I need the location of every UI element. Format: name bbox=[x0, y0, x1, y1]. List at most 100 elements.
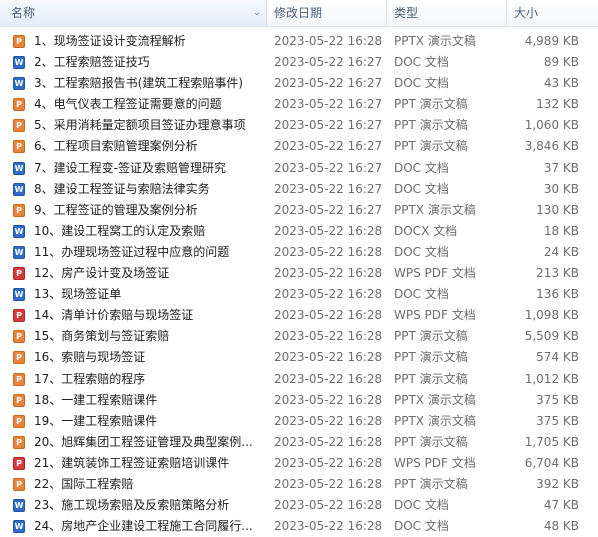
file-type: DOC 文档 bbox=[394, 498, 449, 513]
file-type: PPT 演示文稿 bbox=[394, 371, 468, 386]
file-row[interactable]: P 1、现场签证设计变流程解析 2023-05-22 16:28 PPTX 演示文稿 4… bbox=[0, 31, 598, 52]
column-header-date[interactable]: 修改日期 bbox=[268, 0, 387, 26]
file-name: 18、一建工程索赔课件 bbox=[34, 392, 158, 407]
file-size: 37 KB bbox=[543, 160, 579, 175]
file-type: PPTX 演示文稿 bbox=[394, 392, 476, 407]
file-date: 2023-05-22 16:27 bbox=[274, 160, 383, 175]
file-name: 19、一建工程索赔课件 bbox=[34, 413, 158, 428]
file-size: 30 KB bbox=[543, 181, 579, 196]
doc-file-icon: W bbox=[13, 182, 25, 196]
file-size: 48 KB bbox=[543, 519, 579, 534]
chevron-down-icon[interactable]: ⌄ bbox=[252, 0, 262, 26]
file-row[interactable]: P 21、建筑装饰工程签证索赔培训课件 2023-05-22 16:28 WPS PD… bbox=[0, 453, 598, 474]
file-name: 4、电气仪表工程签证需要意的问题 bbox=[34, 97, 222, 112]
file-row[interactable]: W 7、建设工程变-签证及索赔管理研究 2023-05-22 16:27 DOC 文档… bbox=[0, 158, 598, 179]
ppt-file-icon: P bbox=[13, 393, 25, 407]
file-row[interactable]: P 6、工程项目索赔管理案例分析 2023-05-22 16:27 PPT 演示文稿 3… bbox=[0, 136, 598, 157]
file-row[interactable]: P 17、工程索赔的程序 2023-05-22 16:28 PPT 演示文稿 1,012… bbox=[0, 369, 598, 390]
file-row[interactable]: P 12、房产设计变及场签证 2023-05-22 16:28 WPS PDF 文档 2… bbox=[0, 263, 598, 284]
column-header-size[interactable]: 大小 bbox=[508, 0, 598, 26]
file-date: 2023-05-22 16:28 bbox=[274, 476, 383, 491]
doc-file-icon: W bbox=[13, 245, 25, 259]
file-size: 375 KB bbox=[536, 413, 579, 428]
column-header-size-label: 大小 bbox=[514, 6, 539, 20]
file-date: 2023-05-22 16:28 bbox=[274, 434, 383, 449]
file-name: 13、现场签证单 bbox=[34, 287, 122, 302]
file-name: 9、工程签证的管理及案例分析 bbox=[34, 202, 198, 217]
file-row[interactable]: W 23、施工现场索赔及反索赔策略分析 2023-05-22 16:28 DOC 文档… bbox=[0, 495, 598, 516]
file-size: 132 KB bbox=[536, 97, 579, 112]
file-date: 2023-05-22 16:28 bbox=[274, 519, 383, 534]
file-row[interactable]: W 24、房地产企业建设工程施工合同履行... 2023-05-22 16:28 DO… bbox=[0, 516, 598, 537]
file-date: 2023-05-22 16:28 bbox=[274, 308, 383, 323]
file-type: DOC 文档 bbox=[394, 181, 449, 196]
file-size: 24 KB bbox=[543, 244, 579, 259]
file-row[interactable]: W 3、工程索赔报告书(建筑工程索赔事件) 2023-05-22 16:27 DOC … bbox=[0, 73, 598, 94]
file-size: 392 KB bbox=[536, 476, 579, 491]
file-row[interactable]: P 18、一建工程索赔课件 2023-05-22 16:28 PPTX 演示文稿 375… bbox=[0, 390, 598, 411]
file-type: DOC 文档 bbox=[394, 519, 449, 534]
file-date: 2023-05-22 16:27 bbox=[274, 139, 383, 154]
file-date: 2023-05-22 16:28 bbox=[274, 287, 383, 302]
file-name: 6、工程项目索赔管理案例分析 bbox=[34, 139, 198, 154]
file-date: 2023-05-22 16:28 bbox=[274, 244, 383, 259]
file-row[interactable]: P 19、一建工程索赔课件 2023-05-22 16:28 PPTX 演示文稿 375… bbox=[0, 411, 598, 432]
file-date: 2023-05-22 16:28 bbox=[274, 329, 383, 344]
file-type: WPS PDF 文档 bbox=[394, 308, 476, 323]
file-row[interactable]: P 9、工程签证的管理及案例分析 2023-05-22 16:27 PPTX 演示文稿… bbox=[0, 200, 598, 221]
doc-file-icon: W bbox=[13, 499, 25, 513]
ppt-file-icon: P bbox=[13, 330, 25, 344]
file-type: DOC 文档 bbox=[394, 287, 449, 302]
file-date: 2023-05-22 16:28 bbox=[274, 371, 383, 386]
file-size: 6,704 KB bbox=[524, 455, 579, 470]
file-type: DOCX 文档 bbox=[394, 223, 458, 238]
column-header-type[interactable]: 类型 bbox=[388, 0, 507, 26]
file-row[interactable]: W 2、工程索赔签证技巧 2023-05-22 16:27 DOC 文档 89 KB bbox=[0, 52, 598, 73]
file-row[interactable]: P 16、索赔与现场签证 2023-05-22 16:28 PPT 演示文稿 574 K… bbox=[0, 347, 598, 368]
file-name: 21、建筑装饰工程签证索赔培训课件 bbox=[34, 455, 230, 470]
file-date: 2023-05-22 16:27 bbox=[274, 118, 383, 133]
file-name: 20、旭辉集团工程签证管理及典型案例... bbox=[34, 434, 253, 449]
ppt-file-icon: P bbox=[13, 140, 25, 154]
doc-file-icon: W bbox=[13, 77, 25, 91]
file-date: 2023-05-22 16:28 bbox=[274, 498, 383, 513]
file-row[interactable]: P 15、商务策划与签证索赔 2023-05-22 16:28 PPT 演示文稿 5,5… bbox=[0, 326, 598, 347]
file-size: 47 KB bbox=[543, 498, 579, 513]
file-date: 2023-05-22 16:28 bbox=[274, 34, 383, 48]
file-row[interactable]: P 5、采用消耗量定额项目签证办理意事项 2023-05-22 16:27 PPT 演… bbox=[0, 115, 598, 136]
column-header-name[interactable]: ︿ 名称 ⌄ bbox=[0, 0, 267, 26]
file-row[interactable]: P 20、旭辉集团工程签证管理及典型案例... 2023-05-22 16:28 PP… bbox=[0, 432, 598, 453]
file-row[interactable]: P 4、电气仪表工程签证需要意的问题 2023-05-22 16:27 PPT 演示文… bbox=[0, 94, 598, 115]
ppt-file-icon: P bbox=[13, 203, 25, 217]
doc-file-icon: W bbox=[13, 288, 25, 302]
ppt-file-icon: P bbox=[13, 119, 25, 133]
file-size: 1,705 KB bbox=[524, 434, 579, 449]
file-name: 10、建设工程窝工的认定及索赔 bbox=[34, 223, 206, 238]
file-type: PPTX 演示文稿 bbox=[394, 202, 476, 217]
file-name: 24、房地产企业建设工程施工合同履行... bbox=[34, 519, 253, 534]
ppt-file-icon: P bbox=[13, 414, 25, 428]
file-type: PPT 演示文稿 bbox=[394, 139, 468, 154]
file-name: 15、商务策划与签证索赔 bbox=[34, 329, 170, 344]
chevron-up-icon: ︿ bbox=[133, 0, 142, 3]
file-row[interactable]: P 22、国际工程索赔 2023-05-22 16:28 PPT 演示文稿 392 KB bbox=[0, 474, 598, 495]
file-name: 2、工程索赔签证技巧 bbox=[34, 55, 150, 70]
file-date: 2023-05-22 16:28 bbox=[274, 455, 383, 470]
file-size: 3,846 KB bbox=[524, 139, 579, 154]
file-row[interactable]: P 14、清单计价索赔与现场签证 2023-05-22 16:28 WPS PDF 文… bbox=[0, 305, 598, 326]
column-header-type-label: 类型 bbox=[394, 6, 419, 20]
file-size: 375 KB bbox=[536, 392, 579, 407]
file-row[interactable]: W 10、建设工程窝工的认定及索赔 2023-05-22 16:28 DOCX 文档 1… bbox=[0, 221, 598, 242]
file-date: 2023-05-22 16:28 bbox=[274, 350, 383, 365]
file-row[interactable]: W 11、办理现场签证过程中应意的问题 2023-05-22 16:28 DOC 文档… bbox=[0, 242, 598, 263]
file-type: PPT 演示文稿 bbox=[394, 118, 468, 133]
file-name: 22、国际工程索赔 bbox=[34, 476, 134, 491]
file-date: 2023-05-22 16:27 bbox=[274, 76, 383, 91]
file-row[interactable]: W 13、现场签证单 2023-05-22 16:28 DOC 文档 136 KB bbox=[0, 284, 598, 305]
file-type: PPTX 演示文稿 bbox=[394, 413, 476, 428]
ppt-file-icon: P bbox=[13, 435, 25, 449]
file-date: 2023-05-22 16:28 bbox=[274, 266, 383, 281]
ppt-file-icon: P bbox=[13, 372, 25, 386]
file-row[interactable]: W 8、建设工程签证与索赔法律实务 2023-05-22 16:27 DOC 文档 30… bbox=[0, 179, 598, 200]
file-name: 5、采用消耗量定额项目签证办理意事项 bbox=[34, 118, 246, 133]
